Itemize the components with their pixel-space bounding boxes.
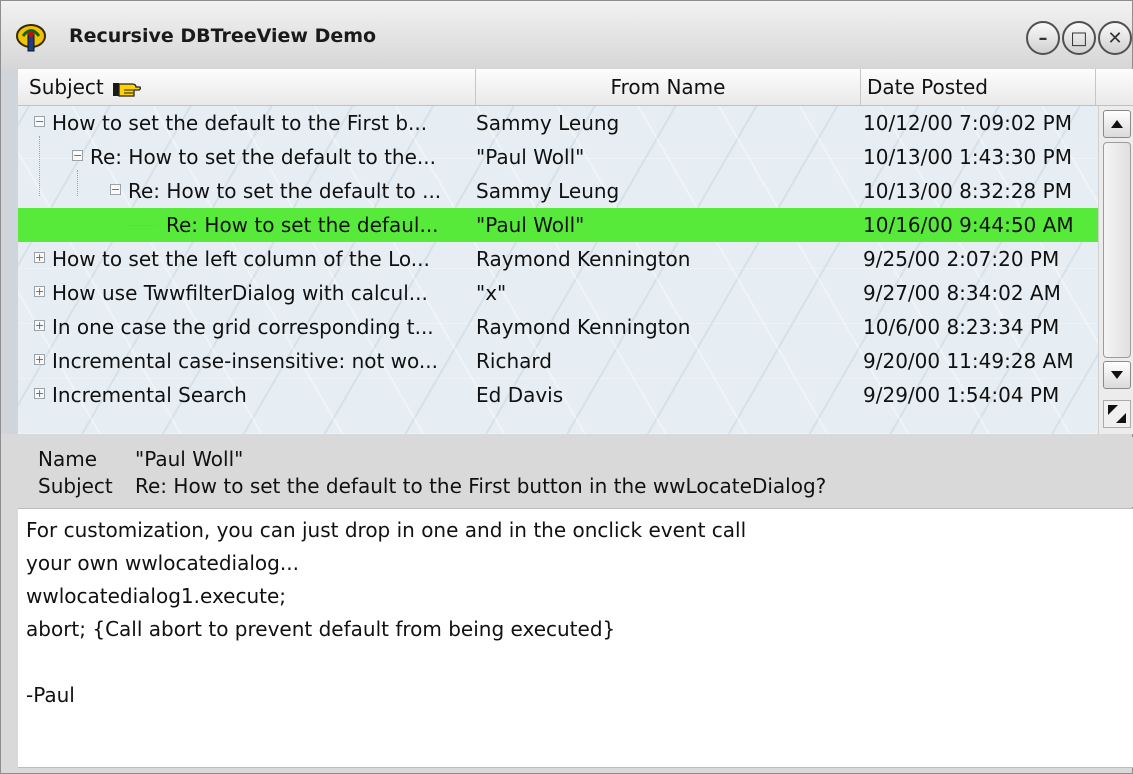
table-row[interactable]: − Re: How to set the default to ... Sammy … [18,174,1098,208]
tree-connector [130,225,158,226]
message-line: For customization, you can just drop in … [26,518,747,542]
window-title: Recursive DBTreeView Demo [69,25,377,47]
minimize-button[interactable]: – [1026,21,1060,55]
date-posted-cell[interactable]: 9/25/00 2:07:20 PM [863,242,1095,276]
tree-connector [77,170,78,196]
from-name-cell[interactable]: Sammy Leung [476,174,856,208]
column-header-from-name[interactable]: From Name [476,69,861,105]
subject-cell[interactable]: − How to set the default to the First b..… [18,106,474,140]
expand-icon[interactable]: + [34,354,45,365]
subject-cell[interactable]: + How to set the left column of the Lo... [18,242,474,276]
scroll-down-button[interactable] [1103,361,1131,389]
date-posted-cell[interactable]: 9/27/00 8:34:02 AM [863,276,1095,310]
size-grip[interactable] [1103,400,1131,428]
subject-cell[interactable]: − Re: How to set the default to the... [18,140,474,174]
grid-indicator-strip [1,69,18,434]
subject-cell[interactable]: + How use TwwfilterDialog with calcul... [18,276,474,310]
table-row[interactable]: Re: How to set the defaul... "Paul Woll" 1… [18,208,1098,242]
name-value: "Paul Woll" [135,447,244,471]
minimize-icon: – [1038,27,1048,49]
from-name-cell[interactable]: "Paul Woll" [476,208,856,242]
title-bar[interactable]: Recursive DBTreeView Demo – □ ✕ [1,1,1132,70]
from-name-cell[interactable]: Sammy Leung [476,106,856,140]
subject-label: Subject [38,474,113,498]
close-icon: ✕ [1107,27,1123,49]
subject-cell[interactable]: + Incremental case-insensitive: not wo... [18,344,474,378]
detail-panel: Name "Paul Woll" Subject Re: How to set … [18,437,1133,507]
message-line: abort; {Call abort to prevent default fr… [26,617,616,641]
vertical-scrollbar[interactable] [1098,106,1133,434]
table-row[interactable]: − Re: How to set the default to the... "Pa… [18,140,1098,174]
subject-value: Re: How to set the default to the First … [135,474,827,498]
column-header-subject[interactable]: Subject [18,69,476,105]
date-posted-cell[interactable]: 10/16/00 9:44:50 AM [863,208,1095,242]
date-posted-cell[interactable]: 10/13/00 1:43:30 PM [863,140,1095,174]
table-row[interactable]: + In one case the grid corresponding t...… [18,310,1098,344]
scroll-up-button[interactable] [1103,110,1131,138]
subject-cell[interactable]: + Incremental Search [18,378,474,412]
scroll-thumb[interactable] [1103,142,1131,358]
date-posted-cell[interactable]: 10/13/00 8:32:28 PM [863,174,1095,208]
expand-icon[interactable]: + [34,388,45,399]
subject-text: Incremental Search [52,383,247,407]
date-posted-cell[interactable]: 10/12/00 7:09:02 PM [863,106,1095,140]
name-label: Name [38,447,98,471]
subject-cell[interactable]: Re: How to set the defaul... [18,208,474,242]
column-header-subject-label: Subject [29,75,104,99]
from-name-cell[interactable]: "x" [476,276,856,310]
from-name-cell[interactable]: Richard [476,344,856,378]
pointing-hand-icon [113,82,142,97]
maximize-button[interactable]: □ [1062,21,1096,55]
message-line: your own wwlocatedialog... [26,551,299,575]
subject-text: How use TwwfilterDialog with calcul... [52,281,428,305]
message-line: wwlocatedialog1.execute; [26,584,287,608]
collapse-icon[interactable]: − [34,116,45,127]
message-line: -Paul [26,683,75,707]
date-posted-cell[interactable]: 9/20/00 11:49:28 AM [863,344,1095,378]
column-header-date-posted[interactable]: Date Posted [861,69,1096,105]
maximize-icon: □ [1070,27,1088,49]
from-name-cell[interactable]: Ed Davis [476,378,856,412]
table-row[interactable]: + How to set the left column of the Lo...… [18,242,1098,276]
subject-text: Re: How to set the default to the... [90,145,436,169]
collapse-icon[interactable]: − [72,150,83,161]
tree-connector [39,136,40,196]
from-name-cell[interactable]: Raymond Kennington [476,310,856,344]
table-row[interactable]: + How use TwwfilterDialog with calcul... "… [18,276,1098,310]
from-name-cell[interactable]: "Paul Woll" [476,140,856,174]
subject-text: How to set the default to the First b... [52,111,428,135]
scroll-down-icon [1111,371,1123,379]
collapse-icon[interactable]: − [110,184,121,195]
subject-text: In one case the grid corresponding t... [52,315,434,339]
table-row[interactable]: + Incremental Search Ed Davis 9/29/00 1:54:… [18,378,1098,412]
tree-grid[interactable]: Subject From Name Date Posted − How to se… [18,69,1133,434]
from-name-cell[interactable]: Raymond Kennington [476,242,856,276]
subject-cell[interactable]: + In one case the grid corresponding t... [18,310,474,344]
expand-icon[interactable]: + [34,252,45,263]
subject-text: Incremental case-insensitive: not wo... [52,349,438,373]
scroll-up-icon [1111,120,1123,128]
subject-text: How to set the left column of the Lo... [52,247,430,271]
close-button[interactable]: ✕ [1098,21,1132,55]
expand-icon[interactable]: + [34,286,45,297]
subject-text: Re: How to set the default to ... [128,179,442,203]
table-row[interactable]: − How to set the default to the First b..… [18,106,1098,140]
date-posted-cell[interactable]: 9/29/00 1:54:04 PM [863,378,1095,412]
app-icon [16,24,46,52]
caption-buttons: – □ ✕ [1026,21,1132,61]
expand-icon[interactable]: + [34,320,45,331]
column-header-spacer [1096,69,1133,105]
subject-text: Re: How to set the defaul... [166,213,439,237]
date-posted-cell[interactable]: 10/6/00 8:23:34 PM [863,310,1095,344]
table-row[interactable]: + Incremental case-insensitive: not wo...… [18,344,1098,378]
message-body[interactable]: For customization, you can just drop in … [18,508,1133,768]
main-window: Recursive DBTreeView Demo – □ ✕ Subject … [0,0,1133,774]
grid-header: Subject From Name Date Posted [18,69,1133,106]
subject-cell[interactable]: − Re: How to set the default to ... [18,174,474,208]
size-grip-icon [1108,405,1126,423]
